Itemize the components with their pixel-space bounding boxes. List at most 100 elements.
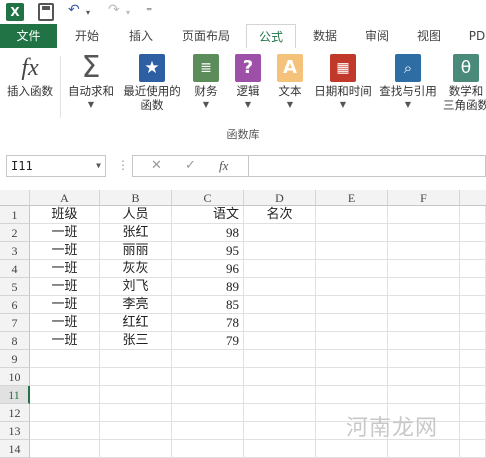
cell-e8[interactable] <box>316 332 388 350</box>
row-header-1[interactable]: 1 <box>0 206 30 224</box>
cell-a11[interactable] <box>30 386 100 404</box>
cell-g14[interactable] <box>460 440 486 458</box>
row-header-2[interactable]: 2 <box>0 224 30 242</box>
cell-d1[interactable]: 名次 <box>244 206 316 224</box>
insert-function-button[interactable]: fx 插入函数 <box>4 54 56 98</box>
cell-c6[interactable]: 85 <box>172 296 244 314</box>
row-header-12[interactable]: 12 <box>0 404 30 422</box>
cell-c9[interactable] <box>172 350 244 368</box>
cell-e3[interactable] <box>316 242 388 260</box>
tab-insert[interactable]: 插入 <box>118 24 164 48</box>
cell-c12[interactable] <box>172 404 244 422</box>
tab-page-layout[interactable]: 页面布局 <box>174 24 238 48</box>
cell-d4[interactable] <box>244 260 316 278</box>
cell-d10[interactable] <box>244 368 316 386</box>
fx-icon[interactable]: fx <box>219 158 228 174</box>
cell-g13[interactable] <box>460 422 486 440</box>
row-header-11[interactable]: 11 <box>0 386 30 404</box>
math-trig-button[interactable]: θ 数学和 三角函数 <box>442 54 486 112</box>
save-icon[interactable] <box>38 3 54 21</box>
cell-a14[interactable] <box>30 440 100 458</box>
cell-b2[interactable]: 张红 <box>100 224 172 242</box>
cell-b12[interactable] <box>100 404 172 422</box>
cell-c7[interactable]: 78 <box>172 314 244 332</box>
cell-f5[interactable] <box>388 278 460 296</box>
cell-g3[interactable] <box>460 242 486 260</box>
row-header-3[interactable]: 3 <box>0 242 30 260</box>
cell-d7[interactable] <box>244 314 316 332</box>
cell-c3[interactable]: 95 <box>172 242 244 260</box>
tab-pdf[interactable]: PD <box>462 24 486 48</box>
cell-b11[interactable] <box>100 386 172 404</box>
cell-d8[interactable] <box>244 332 316 350</box>
tab-formulas[interactable]: 公式 <box>246 24 296 49</box>
cell-b14[interactable] <box>100 440 172 458</box>
text-button[interactable]: A 文本 ▼ <box>270 54 310 112</box>
logical-button[interactable]: ? 逻辑 ▼ <box>228 54 268 112</box>
column-header-b[interactable]: B <box>100 190 172 206</box>
lookup-reference-button[interactable]: ⌕ 查找与引用 ▼ <box>376 54 440 112</box>
cell-f8[interactable] <box>388 332 460 350</box>
cell-a7[interactable]: 一班 <box>30 314 100 332</box>
cell-d3[interactable] <box>244 242 316 260</box>
cell-c1[interactable]: 语文 <box>172 206 244 224</box>
column-header-g[interactable] <box>460 190 486 206</box>
cell-a4[interactable]: 一班 <box>30 260 100 278</box>
customize-toolbar-icon[interactable]: ⁼ <box>146 4 152 18</box>
cell-a10[interactable] <box>30 368 100 386</box>
cell-e4[interactable] <box>316 260 388 278</box>
cell-e11[interactable] <box>316 386 388 404</box>
tab-data[interactable]: 数据 <box>302 24 348 48</box>
cell-c14[interactable] <box>172 440 244 458</box>
column-header-f[interactable]: F <box>388 190 460 206</box>
cell-e7[interactable] <box>316 314 388 332</box>
cell-b7[interactable]: 红红 <box>100 314 172 332</box>
tab-home[interactable]: 开始 <box>64 24 110 48</box>
cell-b4[interactable]: 灰灰 <box>100 260 172 278</box>
cell-c2[interactable]: 98 <box>172 224 244 242</box>
cell-b6[interactable]: 李亮 <box>100 296 172 314</box>
redo-dropdown-icon[interactable]: ▾ <box>126 8 130 17</box>
cell-f7[interactable] <box>388 314 460 332</box>
cell-d2[interactable] <box>244 224 316 242</box>
cell-g6[interactable] <box>460 296 486 314</box>
undo-icon[interactable]: ↶ <box>68 2 80 18</box>
cell-b9[interactable] <box>100 350 172 368</box>
recently-used-button[interactable]: ★ 最近使用的 函数 <box>120 54 184 112</box>
cell-e10[interactable] <box>316 368 388 386</box>
cell-c13[interactable] <box>172 422 244 440</box>
row-header-13[interactable]: 13 <box>0 422 30 440</box>
cell-d9[interactable] <box>244 350 316 368</box>
cell-b13[interactable] <box>100 422 172 440</box>
cell-f14[interactable] <box>388 440 460 458</box>
cell-g9[interactable] <box>460 350 486 368</box>
undo-dropdown-icon[interactable]: ▾ <box>86 8 90 17</box>
row-header-5[interactable]: 5 <box>0 278 30 296</box>
cell-f3[interactable] <box>388 242 460 260</box>
cell-b8[interactable]: 张三 <box>100 332 172 350</box>
cell-e1[interactable] <box>316 206 388 224</box>
column-header-a[interactable]: A <box>30 190 100 206</box>
cell-d12[interactable] <box>244 404 316 422</box>
cell-b5[interactable]: 刘飞 <box>100 278 172 296</box>
cell-c5[interactable]: 89 <box>172 278 244 296</box>
cell-e2[interactable] <box>316 224 388 242</box>
cell-g10[interactable] <box>460 368 486 386</box>
cell-b1[interactable]: 人员 <box>100 206 172 224</box>
cell-f10[interactable] <box>388 368 460 386</box>
cell-d6[interactable] <box>244 296 316 314</box>
cell-d11[interactable] <box>244 386 316 404</box>
cell-a5[interactable]: 一班 <box>30 278 100 296</box>
tab-file[interactable]: 文件 <box>0 24 57 48</box>
cell-a1[interactable]: 班级 <box>30 206 100 224</box>
chevron-down-icon[interactable]: ▼ <box>96 156 101 176</box>
cancel-icon[interactable]: ✕ <box>151 158 162 173</box>
cell-c8[interactable]: 79 <box>172 332 244 350</box>
cell-c10[interactable] <box>172 368 244 386</box>
cell-b3[interactable]: 丽丽 <box>100 242 172 260</box>
column-header-e[interactable]: E <box>316 190 388 206</box>
financial-button[interactable]: ≣ 财务 ▼ <box>186 54 226 112</box>
cell-g12[interactable] <box>460 404 486 422</box>
column-header-d[interactable]: D <box>244 190 316 206</box>
cell-f11[interactable] <box>388 386 460 404</box>
